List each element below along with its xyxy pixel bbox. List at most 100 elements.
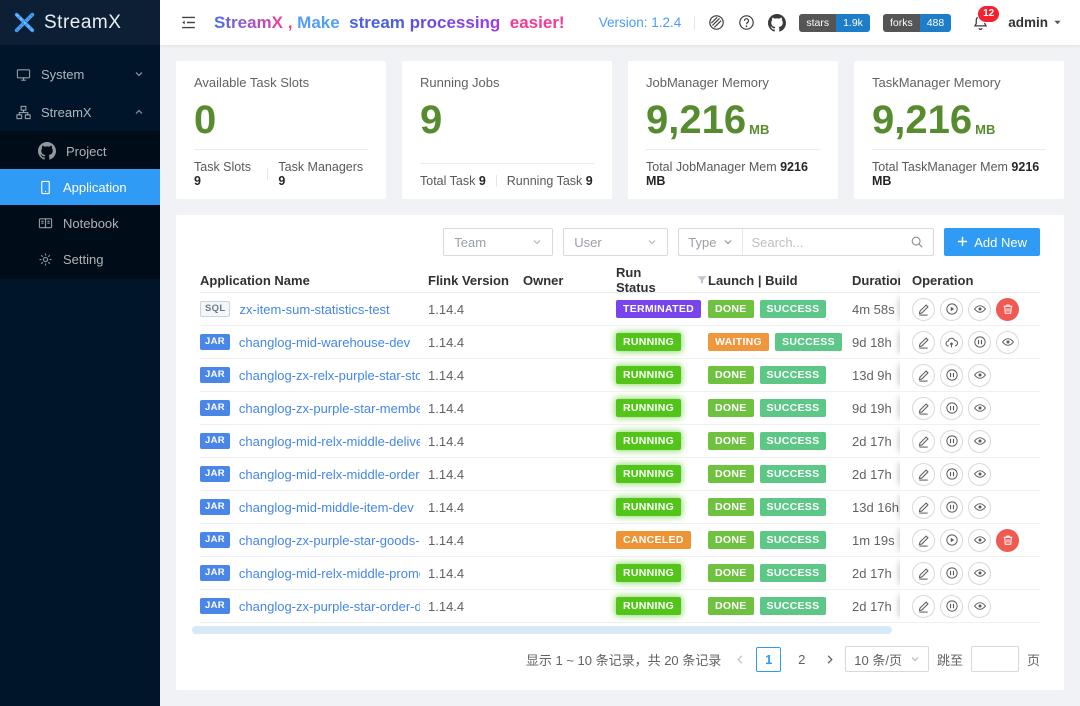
sidebar-item-application[interactable]: Application	[0, 169, 160, 205]
notifications-button[interactable]: 12	[972, 14, 989, 31]
column-header-run-status[interactable]: Run Status	[616, 268, 708, 293]
column-header-application-name[interactable]: Application Name	[200, 273, 428, 288]
eye-button[interactable]	[968, 430, 991, 453]
application-link[interactable]: changlog-mid-relx-middle-order-dev	[239, 467, 420, 482]
application-link[interactable]: changlog-mid-relx-middle-promotion-dev	[239, 566, 420, 581]
edit-button[interactable]	[912, 430, 935, 453]
table-row: JARchanglog-mid-relx-middle-order-dev1.1…	[200, 458, 1040, 491]
column-header-owner[interactable]: Owner	[523, 273, 616, 288]
mobile-icon	[38, 180, 53, 195]
pause-button[interactable]	[940, 364, 963, 387]
sidebar: StreamX SystemStreamXProjectApplicationN…	[0, 0, 160, 706]
header-right: Version: 1.2.4 stars 1.9k forks 488 12 a…	[599, 14, 1062, 32]
eye-button[interactable]	[968, 397, 991, 420]
user-menu[interactable]: admin	[1008, 15, 1062, 30]
eye-button[interactable]	[968, 529, 991, 552]
edit-button[interactable]	[912, 562, 935, 585]
edit-button[interactable]	[912, 331, 935, 354]
eye-button[interactable]	[968, 595, 991, 618]
edit-button[interactable]	[912, 463, 935, 486]
application-link[interactable]: changlog-zx-purple-star-member-dev	[239, 401, 420, 416]
run-status-cell: RUNNING	[616, 465, 708, 483]
page-button-1[interactable]: 1	[756, 647, 781, 672]
pause-button[interactable]	[940, 496, 963, 519]
eye-button[interactable]	[968, 364, 991, 387]
edit-button[interactable]	[912, 496, 935, 519]
search-icon[interactable]	[910, 235, 924, 249]
build-badge: SUCCESS	[760, 564, 827, 582]
sidebar-item-system[interactable]: System	[0, 55, 160, 93]
eye-button[interactable]	[968, 463, 991, 486]
cloud-upload-button[interactable]	[940, 331, 963, 354]
feather-icon[interactable]	[708, 14, 725, 31]
pause-button[interactable]	[940, 463, 963, 486]
edit-icon	[917, 501, 930, 514]
pause-button[interactable]	[940, 595, 963, 618]
application-link[interactable]: changlog-zx-relx-purple-star-store-dev	[239, 368, 420, 383]
play-button[interactable]	[940, 529, 963, 552]
table-row: JAR changlog-zx-relx-purple-star-store-de…	[200, 359, 1040, 392]
pause-button[interactable]	[968, 331, 991, 354]
search-input[interactable]	[743, 235, 910, 250]
play-button[interactable]	[940, 298, 963, 321]
app-type-badge: JAR	[200, 367, 230, 383]
forks-label: forks	[883, 14, 920, 32]
edit-button[interactable]	[912, 397, 935, 420]
eye-button[interactable]	[968, 496, 991, 519]
user-select[interactable]: User	[563, 228, 668, 256]
run-status-badge: RUNNING	[616, 399, 681, 417]
github-icon[interactable]	[768, 14, 786, 32]
edit-button[interactable]	[912, 595, 935, 618]
pause-circle-icon	[945, 368, 959, 382]
forks-badge[interactable]: forks 488	[883, 14, 951, 32]
filter-icon[interactable]	[696, 274, 708, 286]
pause-button[interactable]	[940, 562, 963, 585]
application-link[interactable]: zx-item-sum-statistics-test	[239, 302, 389, 317]
eye-button[interactable]	[968, 298, 991, 321]
edit-button[interactable]	[912, 529, 935, 552]
pause-button[interactable]	[940, 397, 963, 420]
flink-version-cell: 1.14.4	[428, 599, 523, 614]
type-select[interactable]: Type	[679, 229, 743, 255]
launch-badge: DONE	[708, 432, 754, 450]
jump-page-input[interactable]	[971, 646, 1019, 672]
delete-button[interactable]	[996, 529, 1019, 552]
edit-button[interactable]	[912, 298, 935, 321]
sidebar-item-project[interactable]: Project	[0, 133, 160, 169]
next-page-button[interactable]	[822, 654, 837, 665]
flink-version-cell: 1.14.4	[428, 500, 523, 515]
page-button-2[interactable]: 2	[789, 647, 814, 672]
application-link[interactable]: changlog-mid-relx-middle-deliver-dev	[239, 434, 420, 449]
operation-cell	[900, 425, 1040, 457]
title-segment-2: Make	[297, 13, 340, 33]
horizontal-scrollbar[interactable]	[192, 626, 892, 634]
application-link[interactable]: changlog-zx-purple-star-goods-dev	[239, 533, 420, 548]
sidebar-item-notebook[interactable]: Notebook	[0, 205, 160, 241]
page-size-select[interactable]: 10 条/页	[845, 646, 929, 672]
sidebar-item-streamx[interactable]: StreamX	[0, 93, 160, 131]
eye-button[interactable]	[968, 562, 991, 585]
eye-button[interactable]	[996, 331, 1019, 354]
column-header-launch-build[interactable]: Launch | Build	[708, 273, 852, 288]
team-select[interactable]: Team	[443, 228, 553, 256]
add-new-button[interactable]: Add New	[944, 228, 1040, 256]
edit-button[interactable]	[912, 364, 935, 387]
sidebar-item-setting[interactable]: Setting	[0, 241, 160, 277]
stat-footer-item: Running Task 9	[507, 174, 593, 188]
flink-version-cell: 1.14.4	[428, 566, 523, 581]
stars-badge[interactable]: stars 1.9k	[799, 14, 870, 32]
menu-fold-icon[interactable]	[180, 14, 197, 31]
run-status-badge: RUNNING	[616, 597, 681, 615]
help-icon[interactable]	[738, 14, 755, 31]
pause-button[interactable]	[940, 430, 963, 453]
stat-card-unit: MB	[975, 123, 995, 136]
application-link[interactable]: changlog-mid-middle-item-dev	[239, 500, 414, 515]
build-badge: SUCCESS	[775, 333, 842, 351]
application-link[interactable]: changlog-zx-purple-star-order-dev	[239, 599, 420, 614]
column-header-flink-version[interactable]: Flink Version	[428, 273, 523, 288]
previous-page-button[interactable]	[733, 654, 748, 665]
application-name-cell: JARchanglog-zx-purple-star-goods-dev	[200, 532, 428, 548]
pause-circle-icon	[945, 599, 959, 613]
application-link[interactable]: changlog-mid-warehouse-dev	[239, 335, 410, 350]
delete-button[interactable]	[996, 298, 1019, 321]
